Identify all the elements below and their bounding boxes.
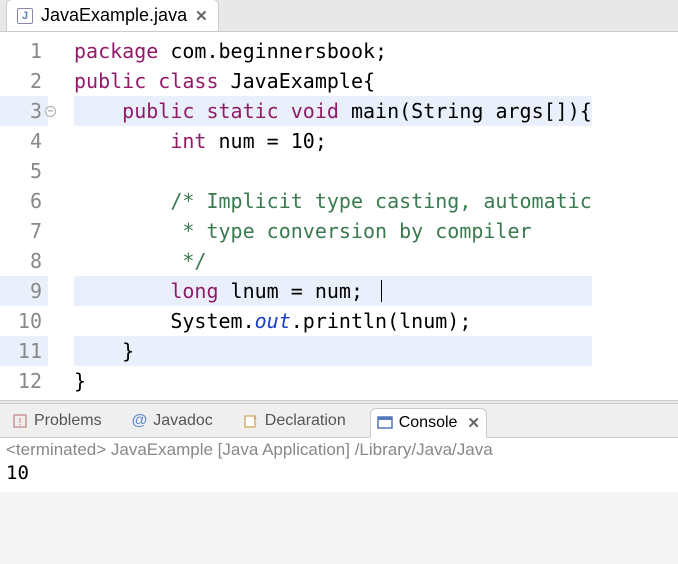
tab-label: Declaration	[265, 412, 346, 430]
tab-label: Problems	[34, 412, 102, 430]
code-line[interactable]: * type conversion by compiler	[74, 216, 592, 246]
line-number: 6	[0, 186, 48, 216]
line-number: 11	[0, 336, 48, 366]
code-content[interactable]: package com.beginnersbook;public class J…	[56, 32, 592, 400]
tab-filename: JavaExample.java	[41, 5, 187, 26]
code-editor[interactable]: 123−456789101112 package com.beginnersbo…	[0, 32, 678, 400]
code-line[interactable]: */	[74, 246, 592, 276]
tab-declaration[interactable]: Declaration	[237, 408, 352, 434]
code-line[interactable]	[74, 156, 592, 186]
views-tab-bar: ! Problems @ Javadoc Declaration Console…	[0, 404, 678, 438]
console-output: 10	[6, 460, 672, 484]
code-line[interactable]: }	[74, 366, 592, 396]
tab-console[interactable]: Console ✕	[370, 408, 487, 438]
code-line[interactable]: long lnum = num;	[74, 276, 592, 306]
text-caret	[381, 280, 382, 302]
line-number: 4	[0, 126, 48, 156]
code-line[interactable]: }	[74, 336, 592, 366]
fold-toggle-icon[interactable]: −	[45, 106, 56, 117]
code-line[interactable]: public class JavaExample{	[74, 66, 592, 96]
console-view: <terminated> JavaExample [Java Applicati…	[0, 438, 678, 492]
code-line[interactable]: public static void main(String args[]){	[74, 96, 592, 126]
code-line[interactable]: package com.beginnersbook;	[74, 36, 592, 66]
line-number-gutter: 123−456789101112	[0, 32, 56, 400]
line-number: 8	[0, 246, 48, 276]
tab-label: Javadoc	[153, 412, 213, 430]
line-number: 7	[0, 216, 48, 246]
tab-label: Console	[399, 414, 458, 432]
code-line[interactable]: /* Implicit type casting, automatic	[74, 186, 592, 216]
svg-text:!: !	[19, 417, 22, 428]
console-icon	[377, 415, 393, 431]
code-line[interactable]: System.out.println(lnum);	[74, 306, 592, 336]
tab-problems[interactable]: ! Problems	[6, 408, 108, 434]
editor-tab[interactable]: J JavaExample.java ✕	[6, 0, 219, 31]
line-number: 12	[0, 366, 48, 396]
line-number: 9	[0, 276, 48, 306]
close-icon[interactable]: ✕	[467, 414, 480, 432]
line-number: 1	[0, 36, 48, 66]
console-status: <terminated> JavaExample [Java Applicati…	[6, 440, 672, 460]
line-number: 3−	[0, 96, 48, 126]
editor-area: J JavaExample.java ✕ 123−456789101112 pa…	[0, 0, 678, 400]
line-number: 2	[0, 66, 48, 96]
java-file-icon: J	[17, 8, 33, 24]
declaration-icon	[243, 413, 259, 429]
problems-icon: !	[12, 413, 28, 429]
close-icon[interactable]: ✕	[195, 7, 208, 25]
editor-tab-bar: J JavaExample.java ✕	[0, 0, 678, 32]
code-line[interactable]: int num = 10;	[74, 126, 592, 156]
line-number: 5	[0, 156, 48, 186]
javadoc-icon: @	[132, 412, 148, 430]
line-number: 10	[0, 306, 48, 336]
tab-javadoc[interactable]: @ Javadoc	[126, 408, 219, 434]
